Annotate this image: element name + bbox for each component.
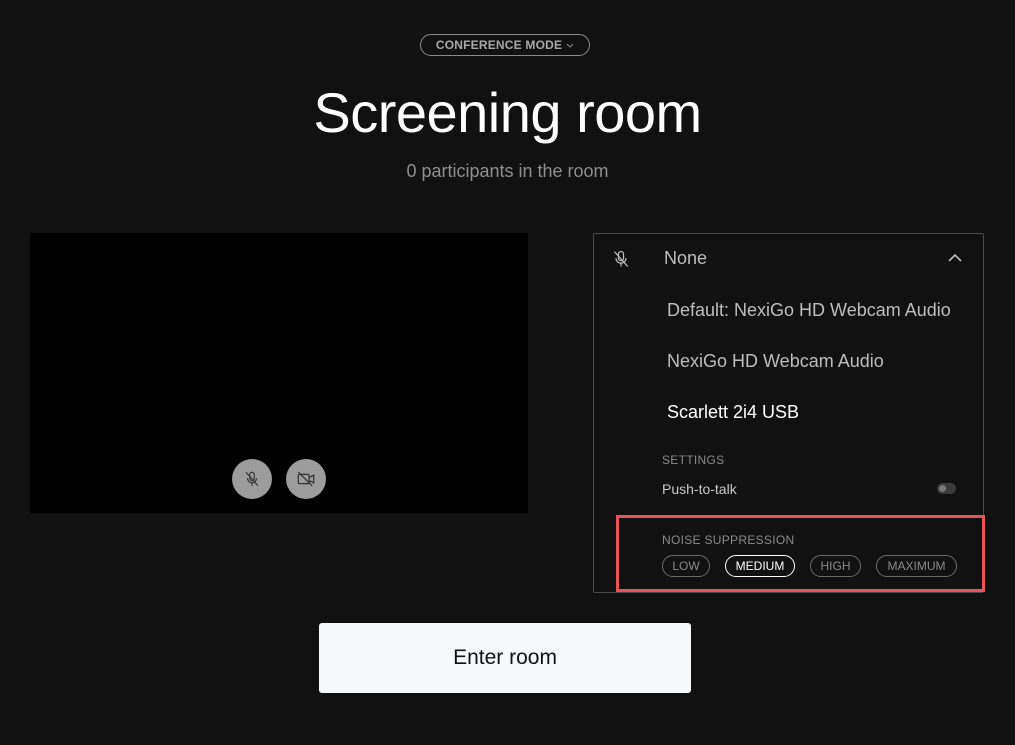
page-title: Screening room xyxy=(313,81,702,144)
noise-level-high[interactable]: HIGH xyxy=(810,555,861,577)
audio-option-scarlett[interactable]: Scarlett 2i4 USB xyxy=(667,402,799,423)
audio-input-selector[interactable]: None xyxy=(594,234,983,284)
audio-input-dropdown: None Default: NexiGo HD Webcam Audio Nex… xyxy=(593,233,984,593)
participants-count: 0 participants in the room xyxy=(406,161,609,181)
toggle-knob xyxy=(939,485,946,492)
selected-audio-input: None xyxy=(664,248,708,268)
conference-mode-selector[interactable]: CONFERENCE MODE xyxy=(420,34,590,56)
audio-option-default-nexigo[interactable]: Default: NexiGo HD Webcam Audio xyxy=(667,300,951,321)
mic-off-icon xyxy=(613,250,629,267)
noise-level-maximum[interactable]: MAXIMUM xyxy=(876,555,957,577)
noise-suppression-heading: NOISE SUPPRESSION xyxy=(662,533,795,547)
push-to-talk-toggle[interactable] xyxy=(937,483,956,494)
camera-off-icon xyxy=(297,471,315,487)
audio-option-nexigo[interactable]: NexiGo HD Webcam Audio xyxy=(667,351,884,372)
mic-toggle-button[interactable] xyxy=(232,459,272,499)
page: CONFERENCE MODE Screening room 0 partici… xyxy=(0,0,1015,745)
noise-level-medium[interactable]: MEDIUM xyxy=(725,555,795,577)
chevron-up-icon xyxy=(948,253,962,262)
camera-toggle-button[interactable] xyxy=(286,459,326,499)
push-to-talk-label: Push-to-talk xyxy=(662,481,737,497)
noise-level-low[interactable]: LOW xyxy=(662,555,710,577)
conference-mode-label: CONFERENCE MODE xyxy=(435,38,563,52)
settings-heading: SETTINGS xyxy=(662,453,725,467)
enter-room-button[interactable]: Enter room xyxy=(319,623,691,693)
mic-off-icon xyxy=(245,471,259,487)
video-preview xyxy=(30,233,528,513)
chevron-down-icon xyxy=(566,43,574,48)
